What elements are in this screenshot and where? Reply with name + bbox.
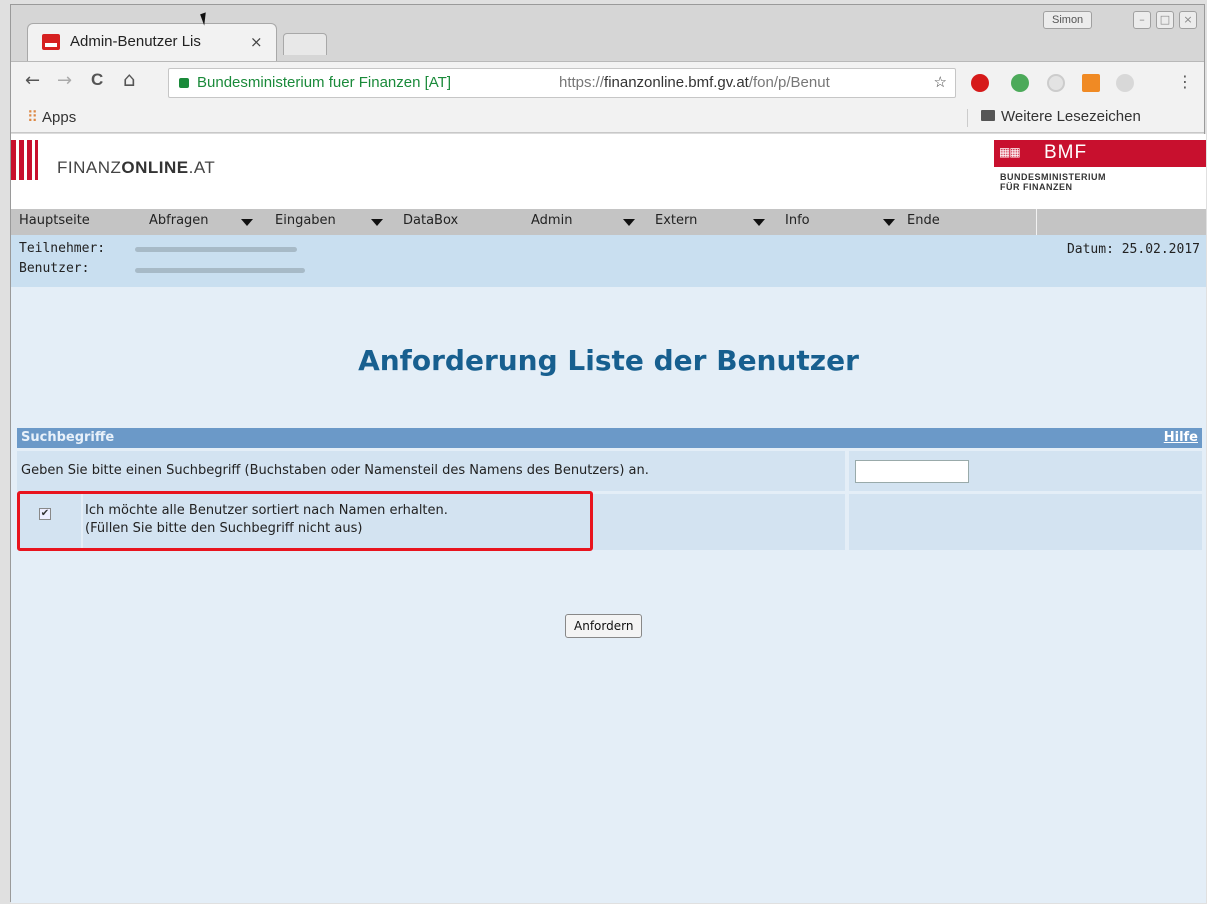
- dropdown-caret-icon[interactable]: [371, 219, 383, 226]
- extension-icon[interactable]: [1011, 74, 1029, 92]
- nav-item-label: Info: [785, 213, 810, 228]
- dropdown-caret-icon[interactable]: [623, 219, 635, 226]
- other-bookmarks[interactable]: Weitere Lesezeichen: [981, 108, 1141, 125]
- nav-item-label: Admin: [531, 213, 573, 228]
- section-header: Suchbegriffe Hilfe: [17, 428, 1202, 448]
- adblock-icon[interactable]: [971, 74, 989, 92]
- site-logo-text[interactable]: FINANZONLINE.AT: [57, 158, 215, 178]
- home-icon[interactable]: ⌂: [123, 67, 136, 91]
- extension-icon[interactable]: [1047, 74, 1065, 92]
- apps-grid-icon: ⠿: [27, 109, 38, 126]
- benutzer-value-redacted: [135, 268, 305, 273]
- bookmark-star-icon[interactable]: ☆: [934, 69, 947, 97]
- nav-item-label: Abfragen: [149, 213, 209, 228]
- reload-icon[interactable]: C: [91, 70, 103, 90]
- page-title: Anforderung Liste der Benutzer: [358, 344, 859, 377]
- checkbox-row: ✔ Ich möchte alle Benutzer sortiert nach…: [17, 491, 1202, 551]
- bmf-emblem-icon: ▦▦: [999, 145, 1021, 159]
- anfordern-button[interactable]: Anfordern: [565, 614, 643, 638]
- bmf-favicon-icon: [42, 34, 60, 50]
- dropdown-caret-icon[interactable]: [883, 219, 895, 226]
- folder-icon: [981, 110, 995, 121]
- search-input[interactable]: [855, 460, 969, 483]
- window-close-icon[interactable]: ×: [1179, 11, 1197, 29]
- section-title: Suchbegriffe: [21, 430, 115, 445]
- nav-item-admin[interactable]: Admin: [523, 209, 635, 235]
- browser-toolbar: ← → C ⌂ Bundesministerium fuer Finanzen …: [11, 61, 1204, 103]
- maximize-icon[interactable]: □: [1156, 11, 1174, 29]
- benutzer-label: Benutzer:: [19, 261, 90, 276]
- new-tab-button[interactable]: [283, 33, 327, 55]
- minimize-icon[interactable]: –: [1133, 11, 1151, 29]
- certificate-org: Bundesministerium fuer Finanzen [AT]: [197, 74, 451, 91]
- nav-item-ende[interactable]: Ende: [899, 209, 940, 235]
- bmf-logo[interactable]: ▦▦ BMF BUNDESMINISTERIUM FÜR FINANZEN: [994, 140, 1206, 200]
- nav-item-eingaben[interactable]: Eingaben: [267, 209, 383, 235]
- help-link[interactable]: Hilfe: [1164, 428, 1198, 448]
- tab-admin-benutzer[interactable]: Admin-Benutzer Lis ×: [27, 23, 277, 61]
- teilnehmer-label: Teilnehmer:: [19, 241, 106, 256]
- nav-item-label: Ende: [907, 213, 940, 228]
- browser-window: Admin-Benutzer Lis × Simon – □ × ← → C ⌂…: [10, 4, 1206, 903]
- highlight-box: [17, 491, 593, 551]
- nav-item-label: Eingaben: [275, 213, 336, 228]
- nav-item-label: Extern: [655, 213, 698, 228]
- forward-arrow-icon[interactable]: →: [57, 70, 72, 91]
- teilnehmer-value-redacted: [135, 247, 297, 252]
- extension-icon[interactable]: [1082, 74, 1100, 92]
- tab-title: Admin-Benutzer Lis: [70, 33, 201, 50]
- date-display: Datum: 25.02.2017: [1066, 242, 1200, 257]
- nav-item-extern[interactable]: Extern: [647, 209, 765, 235]
- url-text: https://finanzonline.bmf.gv.at/fon/p/Ben…: [559, 74, 830, 91]
- lock-icon: [179, 78, 189, 88]
- nav-item-info[interactable]: Info: [777, 209, 895, 235]
- browser-menu-icon[interactable]: ⋮: [1177, 72, 1193, 91]
- address-bar[interactable]: Bundesministerium fuer Finanzen [AT] htt…: [168, 68, 956, 98]
- profile-button[interactable]: Simon: [1043, 11, 1093, 29]
- nav-item-abfragen[interactable]: Abfragen: [141, 209, 253, 235]
- apps-shortcut[interactable]: ⠿ Apps: [27, 108, 76, 126]
- page-content: FINANZONLINE.AT ▦▦ BMF BUNDESMINISTERIUM…: [11, 134, 1206, 903]
- dropdown-caret-icon[interactable]: [753, 219, 765, 226]
- nav-item-databox[interactable]: DataBox: [395, 209, 458, 235]
- back-arrow-icon[interactable]: ←: [25, 70, 40, 91]
- search-row: Geben Sie bitte einen Suchbegriff (Buchs…: [17, 451, 1202, 491]
- extension-icon[interactable]: [1116, 74, 1134, 92]
- nav-item-label: DataBox: [403, 213, 459, 228]
- nav-item-hauptseite[interactable]: Hauptseite: [11, 209, 90, 235]
- bookmarks-bar: ⠿ Apps Weitere Lesezeichen: [11, 103, 1204, 133]
- finanzonline-logo-icon[interactable]: [11, 140, 47, 180]
- bmf-subtitle: BUNDESMINISTERIUM FÜR FINANZEN: [1000, 172, 1107, 192]
- dropdown-caret-icon[interactable]: [241, 219, 253, 226]
- main-navigation: Hauptseite Abfragen Eingaben DataBox Admin Ex…: [11, 209, 1036, 235]
- user-info-bar: Teilnehmer: Benutzer: Datum: 25.02.2017: [11, 235, 1206, 287]
- tab-close-icon[interactable]: ×: [250, 33, 263, 51]
- nav-item-label: Hauptseite: [19, 213, 90, 228]
- search-prompt: Geben Sie bitte einen Suchbegriff (Buchs…: [17, 451, 845, 491]
- tab-strip: Admin-Benutzer Lis × Simon – □ ×: [11, 5, 1204, 63]
- site-header: FINANZONLINE.AT ▦▦ BMF BUNDESMINISTERIUM…: [11, 134, 1206, 209]
